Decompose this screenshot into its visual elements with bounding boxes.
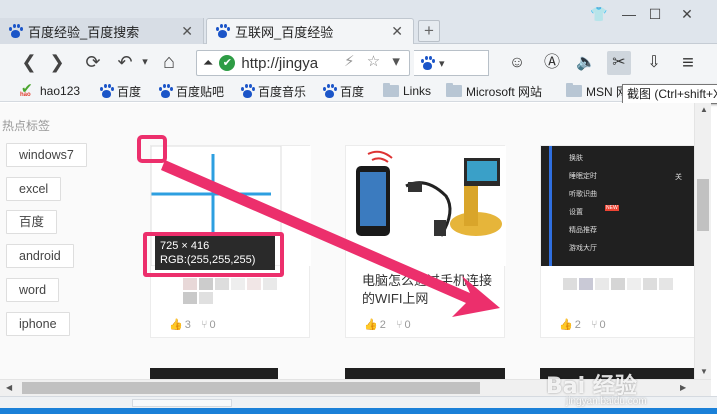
- sound-icon[interactable]: 🔈: [574, 51, 598, 75]
- new-tab-button[interactable]: +: [418, 20, 440, 42]
- flash-icon[interactable]: ⚡: [344, 53, 355, 70]
- bookmark-folder-microsoft[interactable]: Microsoft 网站: [446, 82, 542, 100]
- bookmark-hao123[interactable]: hao123: [20, 80, 81, 100]
- download-icon[interactable]: ⇩: [642, 51, 666, 75]
- reload-icon[interactable]: ⟳: [82, 51, 104, 73]
- bookmarks-bar: hao123 百度 百度贴吧 百度音乐 百度 Links Microsoft 网…: [0, 80, 717, 102]
- tab-close-icon[interactable]: ✕: [391, 23, 403, 40]
- horizontal-scroll-thumb[interactable]: [22, 382, 480, 394]
- scroll-up-icon[interactable]: ▲: [700, 105, 708, 114]
- home-icon[interactable]: ⌂: [158, 51, 180, 73]
- back-icon[interactable]: ❮: [18, 51, 40, 73]
- bookmark-label: Links: [403, 84, 432, 98]
- folder-icon: [383, 83, 399, 97]
- close-window-icon[interactable]: ✕: [677, 6, 697, 23]
- hao123-icon: [20, 80, 36, 98]
- baidu-paw-icon: [8, 23, 23, 39]
- bookmark-baidu[interactable]: 百度: [99, 82, 141, 100]
- undo-close-icon[interactable]: ↶: [114, 51, 136, 73]
- search-engine-dropdown-icon[interactable]: ▾: [439, 57, 445, 70]
- status-segment: [132, 399, 232, 407]
- watermark-url: jingyan.baidu.com: [566, 396, 647, 407]
- secure-shield-icon: ✔: [219, 55, 236, 71]
- maximize-icon[interactable]: ☐: [645, 6, 665, 23]
- vertical-scrollbar[interactable]: ▲ ▼: [694, 103, 711, 379]
- bookmark-baidu-2[interactable]: 百度: [322, 82, 364, 100]
- annotation-arrow-icon: [161, 160, 500, 317]
- bookmark-folder-msn[interactable]: MSN 网: [566, 82, 628, 100]
- scroll-left-icon[interactable]: ◀: [6, 383, 12, 392]
- screenshot-tooltip: 截图 (Ctrl+shift+X): [622, 84, 717, 104]
- bookmark-baidu-tieba[interactable]: 百度贴吧: [158, 82, 224, 100]
- scroll-down-icon[interactable]: ▼: [700, 367, 708, 376]
- screenshot-scissors-icon[interactable]: ✂: [607, 51, 631, 75]
- folder-icon: [446, 83, 462, 97]
- status-accent-bar: [0, 408, 717, 414]
- tab-label: 百度经验_百度搜索: [28, 24, 140, 40]
- tab-label: 互联网_百度经验: [235, 25, 334, 40]
- speed-mode-icon[interactable]: ⏶: [203, 55, 213, 71]
- baidu-paw-icon: [158, 83, 173, 99]
- bookmark-baidu-music[interactable]: 百度音乐: [240, 82, 306, 100]
- scroll-right-icon[interactable]: ▶: [680, 383, 686, 392]
- baidu-paw-icon: [99, 83, 114, 99]
- bookmark-folder-links[interactable]: Links: [383, 82, 431, 100]
- vertical-scroll-thumb[interactable]: [697, 179, 709, 231]
- address-tools: ⚡ ☆ ▾: [344, 52, 400, 70]
- bookmark-label: 百度贴吧: [176, 84, 225, 99]
- bookmark-star-icon[interactable]: ☆: [367, 53, 380, 70]
- baidu-paw-icon: [215, 24, 230, 39]
- baidu-paw-icon: [322, 83, 337, 99]
- undo-dropdown-icon[interactable]: ▾: [134, 51, 156, 73]
- menu-icon[interactable]: ≡: [676, 51, 700, 75]
- bookmark-label: Microsoft 网站: [466, 84, 543, 99]
- skin-shirt-icon[interactable]: 👕: [589, 6, 609, 23]
- adblock-icon[interactable]: Ⓐ: [540, 51, 564, 75]
- tab-baidu-search[interactable]: 百度经验_百度搜索 ✕: [0, 18, 204, 44]
- url-text[interactable]: http://jingya: [241, 55, 318, 72]
- address-dropdown-icon[interactable]: ▾: [392, 53, 400, 70]
- chat-icon[interactable]: ☺: [505, 51, 529, 75]
- baidu-paw-icon: [420, 55, 435, 71]
- forward-icon[interactable]: ❯: [46, 51, 68, 73]
- bookmark-label: hao123: [40, 84, 81, 98]
- bookmark-label: 百度音乐: [258, 84, 307, 99]
- folder-icon: [566, 83, 582, 97]
- tab-close-icon[interactable]: ✕: [181, 23, 193, 40]
- bookmark-label: 百度: [117, 84, 142, 99]
- tab-strip: 百度经验_百度搜索 ✕ 互联网_百度经验 ✕ + 👕 — ☐ ✕: [0, 0, 717, 44]
- bookmark-label: 百度: [340, 84, 365, 99]
- minimize-icon[interactable]: —: [619, 6, 639, 22]
- tab-internet-jingyan[interactable]: 互联网_百度经验 ✕: [206, 18, 414, 44]
- search-engine-box[interactable]: ▾: [414, 50, 489, 76]
- baidu-paw-icon: [240, 83, 255, 99]
- page-content: 热点标签 windows7 excel 百度 android word ipho…: [0, 103, 694, 379]
